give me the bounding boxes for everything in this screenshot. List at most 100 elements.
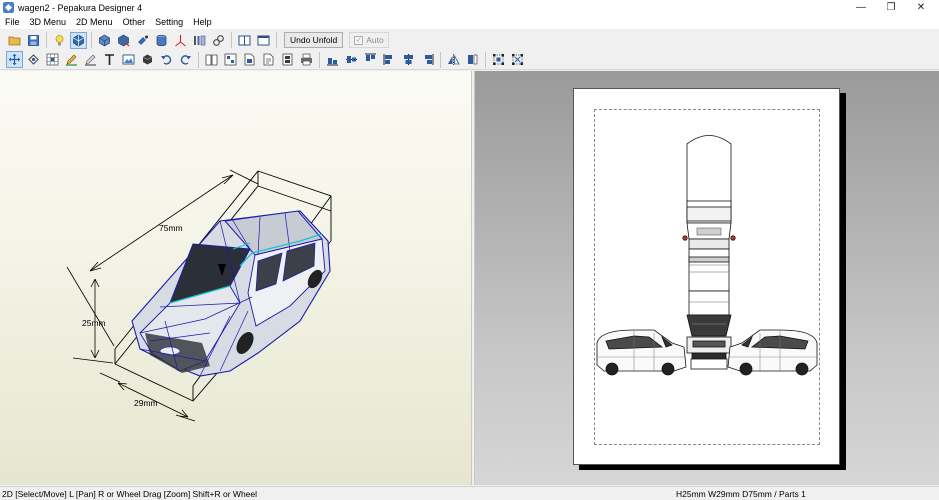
window-title: wagen2 - Pepakura Designer 4 xyxy=(18,2,143,13)
flip-h-icon xyxy=(448,54,460,65)
redo-button[interactable] xyxy=(177,51,194,68)
image-icon xyxy=(122,54,135,65)
ungroup-button[interactable] xyxy=(509,51,526,68)
2d-view[interactable] xyxy=(475,71,939,485)
undo-button[interactable] xyxy=(158,51,175,68)
status-bar: 2D [Select/Move] L [Pan] R or Wheel Drag… xyxy=(0,486,939,500)
align-right-icon xyxy=(365,53,376,61)
light-button[interactable] xyxy=(51,32,68,49)
paper-sheet[interactable] xyxy=(573,88,840,465)
save-button[interactable] xyxy=(25,32,42,49)
paint-button[interactable] xyxy=(134,32,151,49)
align-center-icon xyxy=(346,56,357,63)
texture-button[interactable] xyxy=(70,31,87,49)
light-icon xyxy=(55,34,64,45)
part-roof-strip[interactable] xyxy=(682,135,736,364)
separator xyxy=(319,51,320,68)
menu-bar: File 3D Menu 2D Menu Other Setting Help xyxy=(0,15,939,29)
part-bottom-tab[interactable] xyxy=(690,358,728,370)
select-move-button[interactable] xyxy=(6,51,23,68)
menu-3d[interactable]: 3D Menu xyxy=(25,17,72,27)
separator xyxy=(91,32,92,48)
restore-button[interactable]: ❐ xyxy=(876,0,906,15)
window-button[interactable] xyxy=(255,32,272,49)
cube-button[interactable] xyxy=(96,32,113,49)
undo-unfold-button[interactable]: Undo Unfold xyxy=(284,32,344,48)
ungroup-icon xyxy=(512,54,523,65)
copy-icon xyxy=(263,53,274,66)
align-middle-button[interactable] xyxy=(400,51,417,68)
pages-button[interactable] xyxy=(279,51,296,68)
app-icon xyxy=(3,2,14,13)
link-button[interactable] xyxy=(210,32,227,49)
printer-button[interactable] xyxy=(298,51,315,68)
link-icon xyxy=(213,34,224,46)
grid-button[interactable] xyxy=(44,51,61,68)
separator xyxy=(231,32,232,48)
length-label: 75mm xyxy=(159,223,183,233)
width-dimension-line xyxy=(99,372,196,422)
menu-file[interactable]: File xyxy=(0,17,25,27)
flap-icon xyxy=(194,35,206,45)
pencil-button[interactable] xyxy=(63,51,80,68)
cylinder-button[interactable] xyxy=(153,32,170,49)
axis-button[interactable] xyxy=(172,32,189,49)
status-size-text: H25mm W29mm D75mm / Parts 1 xyxy=(676,488,806,499)
page-icon xyxy=(244,53,255,66)
book-icon xyxy=(205,54,218,66)
align-bottom-button[interactable] xyxy=(419,51,436,68)
main-toolbar: Undo Unfold ✓ Auto xyxy=(0,30,939,50)
menu-2d[interactable]: 2D Menu xyxy=(71,17,118,27)
text-button[interactable] xyxy=(101,51,118,68)
menu-help[interactable]: Help xyxy=(188,17,217,27)
3d-view[interactable]: 75mm 25mm 29mm xyxy=(0,71,471,485)
van-model[interactable] xyxy=(131,210,331,377)
align-left-button[interactable] xyxy=(324,51,341,68)
separator xyxy=(46,32,47,48)
align-right-button[interactable] xyxy=(362,51,379,68)
cube-edit-button[interactable] xyxy=(115,32,132,49)
part-right-side[interactable] xyxy=(727,329,818,376)
menu-setting[interactable]: Setting xyxy=(150,17,188,27)
open-button[interactable] xyxy=(6,32,23,49)
flap-button[interactable] xyxy=(191,32,208,49)
save-icon xyxy=(28,34,39,46)
3d-model-canvas[interactable]: 75mm 25mm 29mm xyxy=(0,71,471,485)
pencil-icon xyxy=(66,54,77,66)
separator xyxy=(198,51,199,68)
print-preview-icon xyxy=(224,53,237,66)
part-left-side[interactable] xyxy=(596,329,687,376)
rotate-button[interactable] xyxy=(25,51,42,68)
auto-checkbox[interactable]: ✓ Auto xyxy=(349,32,389,48)
minimize-button[interactable]: — xyxy=(846,0,876,15)
cylinder-icon xyxy=(156,34,167,46)
group-icon xyxy=(493,54,504,65)
flip-v-button[interactable] xyxy=(464,51,481,68)
menu-other[interactable]: Other xyxy=(118,17,151,27)
height-label: 25mm xyxy=(82,318,106,328)
image-button[interactable] xyxy=(120,51,137,68)
rotate-icon xyxy=(28,54,39,65)
flip-h-button[interactable] xyxy=(445,51,462,68)
align-center-button[interactable] xyxy=(343,51,360,68)
align-bottom-icon xyxy=(425,54,434,65)
layout-split-button[interactable] xyxy=(236,32,253,49)
cube-edit-icon xyxy=(118,34,130,46)
unfolded-parts[interactable] xyxy=(574,89,841,466)
redo-icon xyxy=(180,55,191,65)
texture-icon xyxy=(73,34,84,46)
close-button[interactable]: ✕ xyxy=(906,0,936,15)
paint-icon xyxy=(138,35,148,45)
cube-small-button[interactable] xyxy=(139,51,156,68)
group-button[interactable] xyxy=(490,51,507,68)
book-button[interactable] xyxy=(203,51,220,68)
print-preview-button[interactable] xyxy=(222,51,239,68)
align-top-icon xyxy=(383,54,392,65)
copy-button[interactable] xyxy=(260,51,277,68)
layout-icon xyxy=(238,35,251,45)
page-button[interactable] xyxy=(241,51,258,68)
pencil-2-button[interactable] xyxy=(82,51,99,68)
axis-icon xyxy=(175,34,186,46)
pages-icon xyxy=(282,53,293,66)
align-top-button[interactable] xyxy=(381,51,398,68)
